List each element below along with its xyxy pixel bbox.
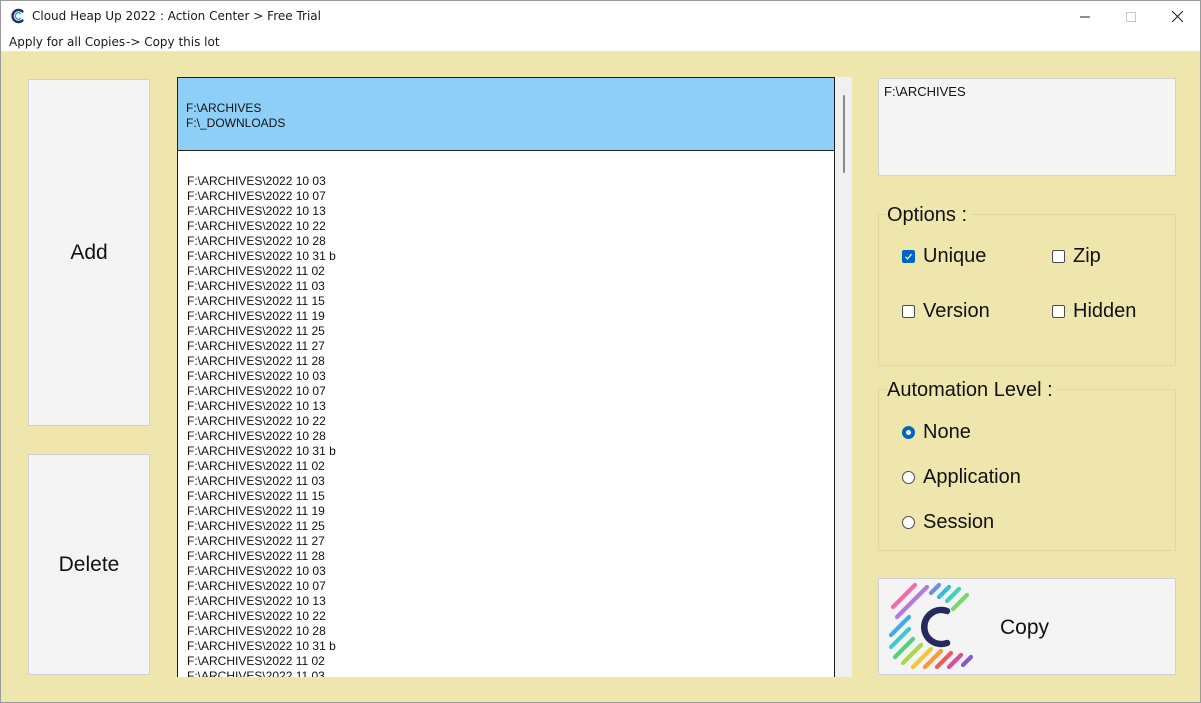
automation-application-radio[interactable]: Application xyxy=(902,466,1021,489)
source-list-item[interactable]: F:\ARCHIVES\2022 11 25 xyxy=(187,324,834,339)
delete-button[interactable]: Delete xyxy=(28,454,150,675)
app-logo-icon xyxy=(11,8,24,24)
radio-selected-icon xyxy=(902,426,915,439)
hidden-checkbox[interactable]: Hidden xyxy=(1052,300,1136,323)
source-list-item[interactable]: F:\ARCHIVES\2022 10 07 xyxy=(187,189,834,204)
source-list-item[interactable]: F:\ARCHIVES\2022 11 02 xyxy=(187,459,834,474)
automation-none-label: None xyxy=(923,421,971,443)
source-list-item[interactable]: F:\ARCHIVES\2022 10 28 xyxy=(187,234,834,249)
source-list-item[interactable]: F:\ARCHIVES\2022 11 02 xyxy=(187,654,834,669)
source-list-item[interactable]: F:\ARCHIVES\2022 11 28 xyxy=(187,354,834,369)
source-list-item[interactable]: F:\ARCHIVES\2022 10 07 xyxy=(187,579,834,594)
source-list-item[interactable]: F:\ARCHIVES\2022 11 25 xyxy=(187,519,834,534)
source-list-item[interactable]: F:\ARCHIVES\2022 10 03 xyxy=(187,564,834,579)
unique-label: Unique xyxy=(923,245,987,267)
radio-unselected-icon xyxy=(902,471,915,484)
options-title: Options : xyxy=(887,204,972,227)
selected-source-item[interactable]: F:\ARCHIVES xyxy=(186,101,834,116)
app-window: Cloud Heap Up 2022 : Action Center > Fre… xyxy=(0,0,1201,703)
version-checkbox[interactable]: Version xyxy=(902,300,990,323)
version-label: Version xyxy=(923,300,990,322)
checkbox-unchecked-icon xyxy=(1052,250,1065,263)
hidden-label: Hidden xyxy=(1073,300,1137,322)
source-entries[interactable]: F:\ARCHIVES\2022 10 03 F:\ARCHIVES\2022 1… xyxy=(177,151,835,677)
copy-button[interactable]: Copy xyxy=(878,578,1176,675)
app-logo-icon xyxy=(888,582,974,670)
source-list-item[interactable]: F:\ARCHIVES\2022 10 13 xyxy=(187,594,834,609)
source-list-item[interactable]: F:\ARCHIVES\2022 10 22 xyxy=(187,414,834,429)
source-list-item[interactable]: F:\ARCHIVES\2022 10 13 xyxy=(187,204,834,219)
minimize-icon xyxy=(1080,16,1090,17)
automation-application-label: Application xyxy=(923,466,1021,488)
automation-level-title: Automation Level : xyxy=(887,379,1057,402)
close-button[interactable] xyxy=(1154,1,1200,32)
source-list-item[interactable]: F:\ARCHIVES\2022 10 31 b xyxy=(187,639,834,654)
source-list-item[interactable]: F:\ARCHIVES\2022 11 27 xyxy=(187,534,834,549)
source-list-item[interactable]: F:\ARCHIVES\2022 11 15 xyxy=(187,294,834,309)
menu-copy-this-lot[interactable]: -> Copy this lot xyxy=(126,35,220,49)
source-list-item[interactable]: F:\ARCHIVES\2022 11 15 xyxy=(187,489,834,504)
window-title: Cloud Heap Up 2022 : Action Center > Fre… xyxy=(32,9,321,23)
source-list-item[interactable]: F:\ARCHIVES\2022 11 03 xyxy=(187,669,834,677)
automation-session-radio[interactable]: Session xyxy=(902,511,994,534)
maximize-icon xyxy=(1126,11,1136,22)
zip-label: Zip xyxy=(1073,245,1101,267)
source-list-item[interactable]: F:\ARCHIVES\2022 10 03 xyxy=(187,369,834,384)
selected-sources[interactable]: F:\ARCHIVES F:\_DOWNLOADS xyxy=(177,77,835,151)
add-button[interactable]: Add xyxy=(28,79,150,426)
maximize-button[interactable] xyxy=(1108,1,1154,32)
radio-unselected-icon xyxy=(902,516,915,529)
checkbox-unchecked-icon xyxy=(1052,305,1065,318)
title-bar: Cloud Heap Up 2022 : Action Center > Fre… xyxy=(1,1,1200,32)
zip-checkbox[interactable]: Zip xyxy=(1052,245,1101,268)
automation-none-radio[interactable]: None xyxy=(902,421,971,444)
source-list-item[interactable]: F:\ARCHIVES\2022 10 03 xyxy=(187,174,834,189)
source-list-item[interactable]: F:\ARCHIVES\2022 11 02 xyxy=(187,264,834,279)
source-list-item[interactable]: F:\ARCHIVES\2022 10 28 xyxy=(187,429,834,444)
options-group xyxy=(878,214,1176,366)
source-list-item[interactable]: F:\ARCHIVES\2022 10 28 xyxy=(187,624,834,639)
automation-session-label: Session xyxy=(923,511,995,533)
menu-apply-all-copies[interactable]: Apply for all Copies xyxy=(9,35,125,49)
close-icon xyxy=(1171,11,1183,22)
source-list-item[interactable]: F:\ARCHIVES\2022 11 03 xyxy=(187,474,834,489)
source-list-item[interactable]: F:\ARCHIVES\2022 11 03 xyxy=(187,279,834,294)
checkbox-checked-icon xyxy=(902,250,915,263)
source-list-item[interactable]: F:\ARCHIVES\2022 10 07 xyxy=(187,384,834,399)
copy-button-label: Copy xyxy=(1000,616,1050,639)
selected-source-item[interactable]: F:\_DOWNLOADS xyxy=(186,116,834,131)
destination-path-box[interactable]: F:\ARCHIVES xyxy=(878,78,1176,176)
checkbox-unchecked-icon xyxy=(902,305,915,318)
source-list-item[interactable]: F:\ARCHIVES\2022 11 19 xyxy=(187,504,834,519)
source-list-item[interactable]: F:\ARCHIVES\2022 10 31 b xyxy=(187,444,834,459)
list-scrollbar-thumb[interactable] xyxy=(843,95,845,173)
source-list-item[interactable]: F:\ARCHIVES\2022 10 13 xyxy=(187,399,834,414)
source-list-item[interactable]: F:\ARCHIVES\2022 11 19 xyxy=(187,309,834,324)
source-list-item[interactable]: F:\ARCHIVES\2022 11 27 xyxy=(187,339,834,354)
unique-checkbox[interactable]: Unique xyxy=(902,245,986,268)
source-list-item[interactable]: F:\ARCHIVES\2022 11 28 xyxy=(187,549,834,564)
source-list-item[interactable]: F:\ARCHIVES\2022 10 22 xyxy=(187,219,834,234)
source-list-item[interactable]: F:\ARCHIVES\2022 10 22 xyxy=(187,609,834,624)
minimize-button[interactable] xyxy=(1062,1,1108,32)
source-list-item[interactable]: F:\ARCHIVES\2022 10 31 b xyxy=(187,249,834,264)
source-folder-list[interactable]: F:\ARCHIVES F:\_DOWNLOADS F:\ARCHIVES\20… xyxy=(177,77,852,677)
menu-bar: Apply for all Copies -> Copy this lot xyxy=(1,32,1200,52)
